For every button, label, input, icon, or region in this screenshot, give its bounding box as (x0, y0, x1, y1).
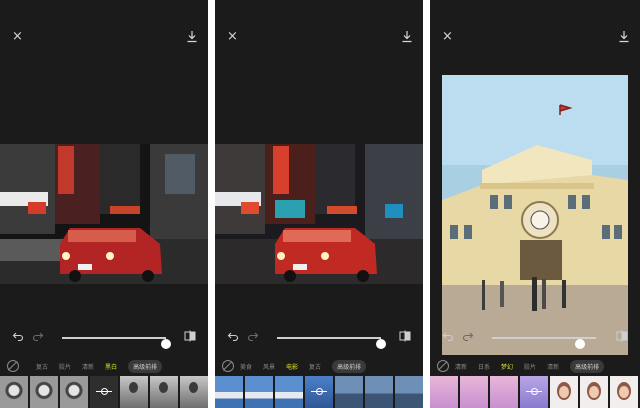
filter-thumb[interactable] (580, 376, 608, 408)
edit-toolbar (430, 330, 640, 349)
intensity-slider[interactable] (277, 337, 386, 349)
editor-screen-2: × 美食 风景 电影 复古 高级前排 (215, 0, 423, 408)
premium-filters-tab[interactable]: 高级前排 (332, 359, 367, 373)
category-tab[interactable]: 清新 (82, 362, 94, 371)
undo-icon[interactable] (442, 330, 454, 342)
filter-thumb[interactable] (30, 376, 58, 408)
category-tab[interactable]: 胶片 (59, 362, 71, 371)
edit-toolbar (215, 330, 423, 349)
redo-icon[interactable] (462, 330, 474, 342)
filter-thumb[interactable] (335, 376, 363, 408)
filter-thumb[interactable] (395, 376, 423, 408)
category-tab[interactable]: 日系 (478, 362, 490, 371)
close-button[interactable]: × (227, 30, 238, 43)
no-filter-icon[interactable] (437, 360, 449, 372)
compare-icon[interactable] (399, 330, 411, 342)
compare-icon[interactable] (184, 330, 196, 342)
filter-thumb-selected[interactable] (90, 376, 118, 408)
close-button[interactable]: × (442, 30, 453, 43)
filter-thumbnails (430, 376, 640, 408)
category-tab[interactable]: 清新 (455, 362, 467, 371)
filter-thumb[interactable] (365, 376, 393, 408)
close-button[interactable]: × (12, 30, 23, 43)
filter-thumb[interactable] (180, 376, 208, 408)
category-tab-active[interactable]: 梦幻 (501, 362, 513, 371)
category-tab[interactable]: 风景 (263, 362, 275, 371)
premium-filters-tab[interactable]: 高级前排 (128, 359, 163, 373)
category-tab[interactable]: 美食 (240, 362, 252, 371)
filter-thumb[interactable] (430, 376, 458, 408)
category-tab[interactable]: 清新 (547, 362, 559, 371)
building-photo-preview (442, 75, 628, 355)
redo-icon[interactable] (32, 330, 44, 342)
filter-thumb[interactable] (60, 376, 88, 408)
edit-toolbar (0, 330, 208, 349)
filter-thumb[interactable] (490, 376, 518, 408)
filter-category-bar: 美食 风景 电影 复古 高级前排 (215, 358, 423, 374)
compare-icon[interactable] (616, 330, 628, 342)
slider-knob[interactable] (376, 339, 386, 349)
no-filter-icon[interactable] (7, 360, 19, 372)
filter-thumb[interactable] (150, 376, 178, 408)
redo-icon[interactable] (247, 330, 259, 342)
filter-thumb[interactable] (550, 376, 578, 408)
slider-knob[interactable] (161, 339, 171, 349)
filter-thumb-selected[interactable] (520, 376, 548, 408)
category-tab[interactable]: 复古 (36, 362, 48, 371)
category-tab-active[interactable]: 电影 (286, 362, 298, 371)
street-photo-preview (0, 144, 208, 284)
filter-category-bar: 清新 日系 梦幻 胶片 清新 高级前排 (430, 358, 640, 374)
filter-thumb[interactable] (120, 376, 148, 408)
premium-filters-tab[interactable]: 高级前排 (570, 359, 605, 373)
filter-thumb[interactable] (460, 376, 488, 408)
filter-category-bar: 复古 胶片 清新 黑白 高级前排 (0, 358, 208, 374)
download-icon[interactable] (401, 30, 413, 43)
street-photo-preview (215, 144, 423, 284)
download-icon[interactable] (618, 30, 630, 43)
filter-thumbnails (0, 376, 208, 408)
editor-screen-1: × 复古 胶片 清新 黑白 高级前排 (0, 0, 208, 408)
slider-knob[interactable] (575, 339, 586, 349)
filter-thumb[interactable] (245, 376, 273, 408)
undo-icon[interactable] (12, 330, 24, 342)
filter-thumbnails (215, 376, 423, 408)
no-filter-icon[interactable] (222, 360, 234, 372)
filter-thumb[interactable] (0, 376, 28, 408)
download-icon[interactable] (186, 30, 198, 43)
category-tab[interactable]: 复古 (309, 362, 321, 371)
filter-thumb[interactable] (610, 376, 638, 408)
intensity-slider[interactable] (492, 337, 596, 349)
editor-screen-3: × 清新 日系 梦幻 胶片 清新 高级前排 (430, 0, 640, 408)
category-tab-active[interactable]: 黑白 (105, 362, 117, 371)
filter-thumb[interactable] (275, 376, 303, 408)
filter-thumb[interactable] (215, 376, 243, 408)
undo-icon[interactable] (227, 330, 239, 342)
filter-thumb-selected[interactable] (305, 376, 333, 408)
category-tab[interactable]: 胶片 (524, 362, 536, 371)
intensity-slider[interactable] (62, 337, 171, 349)
